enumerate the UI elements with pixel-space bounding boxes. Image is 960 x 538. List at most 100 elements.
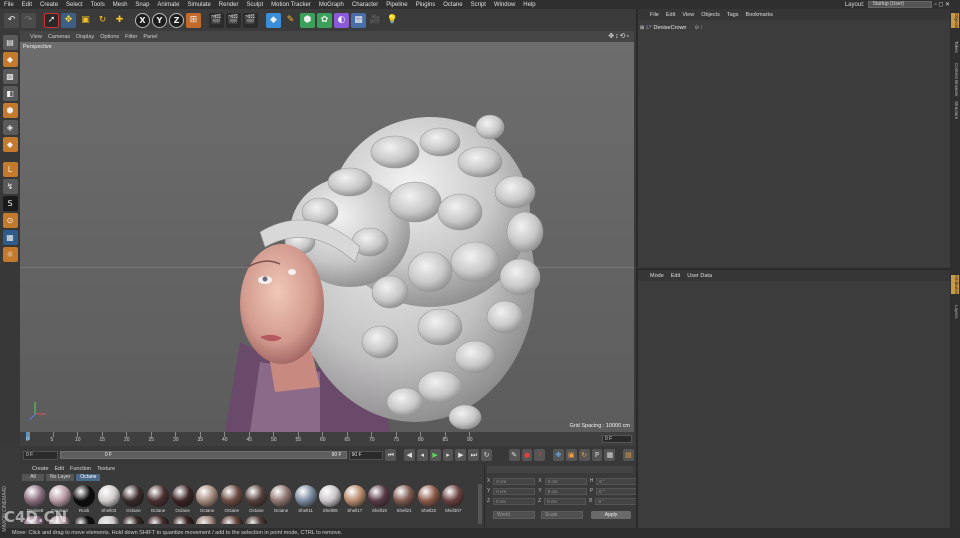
object-menu-file[interactable]: File bbox=[650, 12, 659, 18]
coordinate-field[interactable]: 0 cm bbox=[544, 488, 587, 495]
previous-key-icon[interactable]: ◀ bbox=[403, 449, 415, 461]
menu-item-octane[interactable]: Octane bbox=[439, 2, 466, 8]
coordinate-system-icon[interactable]: ⊞ bbox=[186, 12, 201, 28]
menu-item-pipeline[interactable]: Pipeline bbox=[382, 2, 411, 8]
material-label[interactable]: Shell21 bbox=[392, 508, 416, 513]
material-menu-edit[interactable]: Edit bbox=[55, 466, 64, 472]
menu-item-snap[interactable]: Snap bbox=[131, 2, 153, 8]
start-frame-field[interactable]: 0 F bbox=[23, 450, 58, 460]
coordinate-field[interactable]: 0 ° bbox=[595, 498, 638, 505]
object-menu-objects[interactable]: Objects bbox=[701, 12, 720, 18]
object-menu-bookmarks[interactable]: Bookmarks bbox=[745, 12, 773, 18]
rotate-icon[interactable]: ↻ bbox=[95, 12, 110, 28]
material-swatch[interactable] bbox=[294, 485, 317, 507]
material-swatch[interactable] bbox=[97, 485, 120, 507]
material-swatch[interactable] bbox=[343, 485, 366, 507]
dock-tab-content-browser[interactable]: Content Browser bbox=[951, 63, 959, 97]
material-swatch[interactable] bbox=[122, 516, 145, 524]
dock-tab-objects[interactable]: Objects bbox=[951, 13, 959, 29]
material-tab-no-layer[interactable]: No Layer bbox=[46, 473, 75, 481]
material-tab-octane[interactable]: Octane bbox=[76, 473, 101, 481]
menu-item-animate[interactable]: Animate bbox=[153, 2, 183, 8]
menu-item-create[interactable]: Create bbox=[36, 2, 62, 8]
attribute-menu-user-data[interactable]: User Data bbox=[687, 273, 712, 279]
material-scrollbar[interactable] bbox=[478, 484, 482, 524]
material-label[interactable]: Octane bbox=[121, 508, 145, 513]
material-label[interactable]: Octane bbox=[146, 508, 170, 513]
3d-viewport[interactable]: Perspective Grid Spacing : 10000 cm bbox=[20, 42, 634, 432]
dock-tab-attributes[interactable]: Attributes bbox=[951, 275, 959, 295]
menu-item-mograph[interactable]: MoGraph bbox=[315, 2, 348, 8]
material-label[interactable]: Octane bbox=[171, 508, 195, 513]
coordinate-field[interactable]: 0 cm bbox=[544, 498, 587, 505]
axis-mode-icon[interactable]: L bbox=[2, 162, 18, 177]
floor-icon[interactable]: ▦ bbox=[351, 12, 366, 28]
material-menu-texture[interactable]: Texture bbox=[97, 466, 115, 472]
current-frame-field[interactable]: 0 F bbox=[602, 435, 632, 443]
texture-mode-icon[interactable]: ▩ bbox=[2, 69, 18, 84]
material-label[interactable]: Octane bbox=[195, 508, 219, 513]
subdivision-surface-icon[interactable]: ⬢ bbox=[300, 12, 315, 28]
material-swatch[interactable] bbox=[442, 485, 465, 507]
key-parameter-icon[interactable]: P bbox=[591, 449, 603, 461]
material-swatch[interactable] bbox=[245, 485, 268, 507]
material-swatch[interactable] bbox=[319, 485, 342, 507]
material-swatch[interactable] bbox=[196, 485, 219, 507]
menu-item-sculpt[interactable]: Sculpt bbox=[242, 2, 267, 8]
material-label[interactable]: Shell03 bbox=[97, 508, 121, 513]
material-menu-function[interactable]: Function bbox=[70, 466, 91, 472]
layout-selector[interactable]: Layout: Startup (User) ▫ ◻ ✕ bbox=[845, 0, 950, 9]
material-swatch[interactable] bbox=[73, 485, 96, 507]
material-swatch[interactable] bbox=[417, 485, 440, 507]
timeline-ruler[interactable]: 0 F 0 5 10 15 20 25 30 35 40 45 50 55 60 65 70 75 80 85 90 bbox=[20, 432, 634, 446]
scale-icon[interactable]: ▣ bbox=[78, 12, 93, 28]
key-pla-icon[interactable]: ▦ bbox=[604, 449, 616, 461]
viewport-menu-cameras[interactable]: Cameras bbox=[48, 34, 70, 40]
material-swatch[interactable] bbox=[171, 485, 194, 507]
window-controls-icon[interactable]: ▫ ◻ ✕ bbox=[935, 1, 950, 8]
attribute-menu-mode[interactable]: Mode bbox=[650, 273, 664, 279]
cube-primitive-icon[interactable]: ◆ bbox=[266, 12, 281, 28]
menu-item-select[interactable]: Select bbox=[62, 2, 87, 8]
coordinate-field[interactable]: 0 cm bbox=[493, 488, 536, 495]
material-swatch[interactable] bbox=[147, 516, 169, 524]
material-label[interactable]: Rock bbox=[72, 508, 96, 513]
object-row[interactable]: ⊞ L⁰ DeniseCrown ⊘ ⁞ bbox=[640, 25, 702, 31]
next-key-icon[interactable]: ▶ bbox=[455, 449, 467, 461]
material-label[interactable]: Shel307 bbox=[441, 508, 465, 513]
make-editable-icon[interactable]: ▤ bbox=[2, 35, 18, 50]
viewport-menu-display[interactable]: Display bbox=[76, 34, 94, 40]
coordinate-field[interactable]: 0 cm bbox=[493, 498, 536, 505]
y-axis-lock-button[interactable]: Y bbox=[152, 12, 167, 28]
object-menu-view[interactable]: View bbox=[682, 12, 694, 18]
record-icon[interactable]: ● bbox=[521, 449, 533, 461]
go-to-start-icon[interactable]: ⏮ bbox=[385, 449, 397, 461]
key-rotation-icon[interactable]: ↻ bbox=[578, 449, 590, 461]
menu-item-edit[interactable]: Edit bbox=[18, 2, 36, 8]
material-swatch[interactable] bbox=[220, 485, 243, 507]
snap-icon[interactable]: S bbox=[2, 196, 18, 211]
object-menu-edit[interactable]: Edit bbox=[666, 12, 675, 18]
menu-item-script[interactable]: Script bbox=[467, 2, 490, 8]
menu-item-motion-tracker[interactable]: Motion Tracker bbox=[267, 2, 315, 8]
material-label[interactable]: Shell11 bbox=[294, 508, 318, 513]
viewport-menu-options[interactable]: Options bbox=[100, 34, 119, 40]
undo-icon[interactable]: ↶ bbox=[4, 12, 19, 28]
light-icon[interactable]: 💡 bbox=[385, 12, 400, 28]
material-swatch[interactable] bbox=[196, 516, 219, 524]
material-label[interactable]: Octane bbox=[244, 508, 268, 513]
menu-item-render[interactable]: Render bbox=[215, 2, 243, 8]
key-position-icon[interactable]: ✥ bbox=[552, 449, 564, 461]
previous-frame-icon[interactable]: ◂ bbox=[416, 449, 428, 461]
material-swatch[interactable] bbox=[245, 516, 268, 524]
object-menu-tags[interactable]: Tags bbox=[727, 12, 739, 18]
menu-item-character[interactable]: Character bbox=[348, 2, 382, 8]
pen-spline-icon[interactable]: ✎ bbox=[283, 12, 298, 28]
go-to-end-icon[interactable]: ⏭ bbox=[468, 449, 480, 461]
edges-mode-icon[interactable]: ◈ bbox=[2, 120, 18, 135]
material-swatch[interactable] bbox=[171, 516, 194, 524]
material-menu-create[interactable]: Create bbox=[32, 466, 49, 472]
render-view-icon[interactable]: 🎬 bbox=[209, 12, 224, 28]
cloner-icon[interactable]: ✿ bbox=[317, 12, 332, 28]
viewport-menu-view[interactable]: View bbox=[30, 34, 42, 40]
